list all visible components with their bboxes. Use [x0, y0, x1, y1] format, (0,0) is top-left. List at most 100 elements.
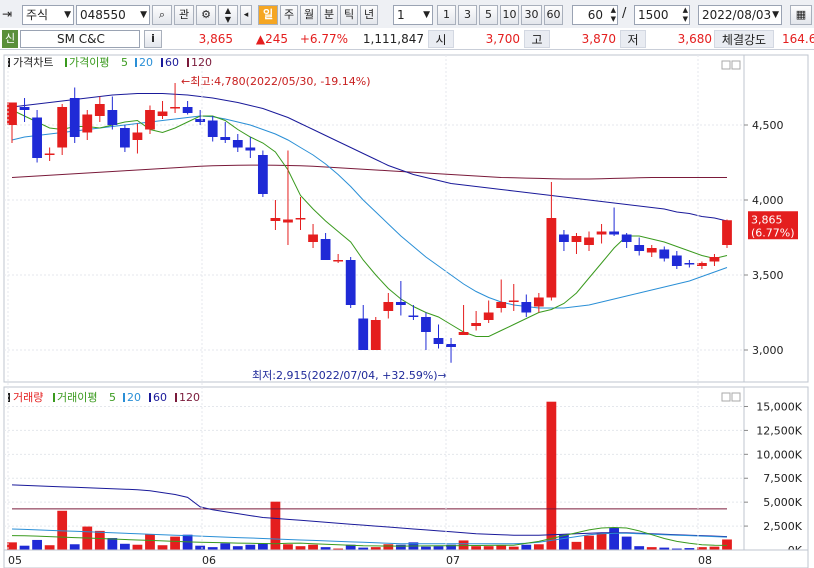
candle-body [195, 119, 206, 122]
volume-bar [32, 539, 42, 550]
candle-body [82, 114, 93, 133]
candle-body [19, 107, 30, 110]
arrow-up-icon: ▲ [224, 6, 232, 15]
candle-body [220, 137, 231, 140]
count-input[interactable]: 60 ▲ ▼ [572, 5, 618, 25]
month-label: 07 [446, 554, 460, 567]
arrow-left-button[interactable]: ◂ [240, 5, 252, 25]
chart-bg [0, 50, 814, 568]
open-label: 시 [428, 30, 454, 48]
price-tick-label: 4,000 [752, 194, 784, 207]
candle-body [257, 155, 268, 194]
period-day-tab[interactable]: 일 [258, 5, 278, 25]
candle-body [270, 218, 281, 221]
info-button[interactable]: i [144, 30, 162, 48]
volume-bar [722, 539, 732, 550]
ma-legend-marker [65, 58, 67, 67]
interval-button[interactable]: 30 [521, 5, 542, 25]
ma-legend-marker [175, 393, 177, 402]
candle-body [671, 255, 682, 266]
candle-body [421, 317, 431, 332]
period-tab[interactable]: 주 [280, 5, 298, 25]
volume-bar [44, 545, 55, 550]
volume-bar [232, 546, 243, 550]
ma-legend-marker [161, 58, 163, 67]
candle-body [483, 312, 494, 320]
candle-body [245, 147, 256, 151]
ma-legend-label: 거래이평 [57, 391, 97, 404]
volume-bar [195, 545, 206, 550]
low-value: 3,680 [677, 32, 712, 46]
interval-button[interactable]: 5 [479, 5, 498, 25]
current-price: 3,865 [198, 32, 233, 46]
chart-area[interactable]: 4,500 4,000 3,500 3,000 가격차트 가격이평 5 20 60 120 ←최고:… [0, 50, 814, 568]
low-annotation: 최저:2,915(2022/07/04, +32.59%)→ [252, 369, 447, 382]
related-button[interactable]: 관 [174, 5, 194, 25]
candle-body [32, 117, 42, 158]
pane-close-button[interactable] [731, 392, 741, 402]
interval-button[interactable]: 3 [458, 5, 477, 25]
volume-bar [496, 545, 507, 550]
candle-body [120, 128, 130, 148]
pane-minimize-button[interactable] [721, 392, 731, 402]
interval-button[interactable]: 1 [437, 5, 456, 25]
settings-button[interactable]: ⚙ [196, 5, 216, 25]
stepper-icon[interactable]: ▲ ▼ [683, 6, 688, 24]
ma-legend-period: 5 [109, 391, 116, 404]
total-count-value: 1500 [638, 8, 669, 22]
search-button[interactable]: ⌕ [152, 5, 172, 25]
pane-close-button[interactable] [731, 60, 741, 70]
ma-legend-period: 60 [165, 56, 179, 69]
volume-bar [94, 530, 105, 550]
code-input[interactable]: 048550 ▼ [76, 5, 150, 25]
period-tab[interactable]: 월 [300, 5, 318, 25]
chevron-down-icon: ▼ [772, 10, 779, 20]
low-label: 저 [620, 30, 646, 48]
candle-body [145, 110, 155, 130]
candle-body [370, 320, 381, 350]
period-tab[interactable]: 년 [360, 5, 378, 25]
ma-legend-marker [187, 58, 189, 67]
period-tab[interactable]: 분 [320, 5, 338, 25]
high-annotation: ←최고:4,780(2022/05/30, -19.14%) [181, 75, 371, 88]
updown-button[interactable]: ▲ ▼ [218, 5, 238, 25]
interval-button[interactable]: 10 [500, 5, 519, 25]
candle-body [584, 237, 594, 245]
volume-tick-label: 5,000K [763, 496, 802, 509]
interval-button[interactable]: 60 [544, 5, 563, 25]
volume-bar [584, 535, 594, 550]
calendar-button[interactable]: ▦ [790, 5, 812, 25]
chevron-down-icon: ▼ [140, 10, 147, 20]
volume-bar [533, 544, 544, 550]
volume-bar [571, 541, 582, 550]
volume-bar [69, 544, 80, 550]
volume-bar [107, 538, 118, 550]
month-label: 08 [698, 554, 712, 567]
date-value: 2022/08/03 [702, 8, 772, 22]
ma-legend-period: 20 [139, 56, 153, 69]
period-tab[interactable]: 틱 [340, 5, 358, 25]
candle-body [571, 236, 582, 242]
ma-legend-label: 가격이평 [69, 56, 109, 69]
candle-body [69, 98, 80, 137]
candle-body [358, 318, 369, 350]
volume-tick-label: 2,500K [763, 520, 802, 533]
volume-bar [421, 546, 431, 550]
total-count-input[interactable]: 1500 ▲ ▼ [634, 5, 690, 25]
candle-body [533, 297, 544, 307]
stepper-icon[interactable]: ▲ ▼ [611, 6, 616, 24]
count-separator: / [622, 6, 627, 21]
interval-select[interactable]: 1 ▼ [393, 5, 433, 25]
stock-name-field[interactable]: SM C&C [20, 30, 140, 48]
menu-toggle-icon[interactable]: ⇥ [2, 6, 20, 22]
candle-body [458, 332, 469, 335]
price-change: ▲245 [255, 32, 288, 46]
candle-body [333, 260, 344, 262]
open-value: 3,700 [485, 32, 520, 46]
market-select[interactable]: 주식 ▼ [22, 5, 74, 25]
volume-bar [609, 527, 619, 550]
pane-minimize-button[interactable] [721, 60, 731, 70]
date-input[interactable]: 2022/08/03 ▼ [698, 5, 782, 25]
volume-bar [621, 536, 632, 550]
candle-body [722, 220, 732, 245]
